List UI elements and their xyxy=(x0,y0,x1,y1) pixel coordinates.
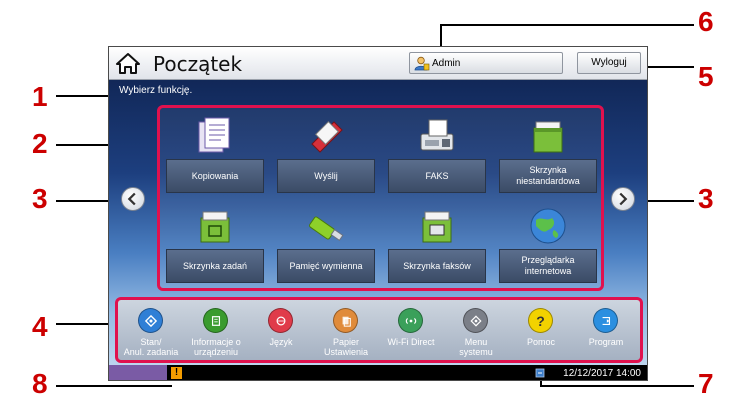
home-icon[interactable] xyxy=(115,52,141,74)
dock-item-program[interactable]: Program xyxy=(573,308,639,362)
app-tile-job-box[interactable]: Skrzynka zadań xyxy=(166,202,264,286)
dock-item-language[interactable]: Język xyxy=(248,308,314,362)
app-label: Pamięć wymienna xyxy=(277,249,375,283)
status-icon xyxy=(138,308,163,333)
admin-label: Admin xyxy=(432,58,461,69)
logout-button[interactable]: Wyloguj xyxy=(577,52,641,74)
globe-icon xyxy=(530,208,566,244)
paper-settings-icon xyxy=(333,308,358,333)
callout-number-3-right: 3 xyxy=(698,183,714,214)
app-label: Kopiowania xyxy=(166,159,264,193)
network-icon xyxy=(535,368,545,378)
chevron-right-icon xyxy=(619,192,628,206)
dock-item-label: Papier Ustawienia xyxy=(323,337,369,357)
status-bar-accent xyxy=(109,365,167,380)
task-dock: Stan/ Anul. zadania Informacje o urządze… xyxy=(115,297,643,363)
dock-item-label: Język xyxy=(269,337,293,347)
app-grid: Kopiowania Wyślij FAKS Skrzynka niestand… xyxy=(157,105,604,291)
copy-icon xyxy=(198,117,230,153)
fax-icon xyxy=(420,119,454,151)
callout-line-4 xyxy=(56,323,116,325)
header-bar: Początek Admin Wyloguj xyxy=(109,47,647,80)
callout-number-3-left: 3 xyxy=(32,183,48,214)
device-screen: Początek Admin Wyloguj Wybierz funkcję. … xyxy=(108,46,648,381)
app-tile-copy[interactable]: Kopiowania xyxy=(166,112,264,196)
admin-button[interactable]: Admin xyxy=(409,52,563,74)
callout-number-6: 6 xyxy=(698,6,714,37)
previous-page-button[interactable] xyxy=(121,187,145,211)
custom-box-icon xyxy=(533,121,563,153)
callout-line-8 xyxy=(56,385,172,387)
callout-number-4: 4 xyxy=(32,311,48,342)
app-tile-fax[interactable]: FAKS xyxy=(388,112,486,196)
page-title: Początek xyxy=(153,52,243,76)
app-label: Skrzynka niestandardowa xyxy=(499,159,597,193)
app-tile-removable-memory[interactable]: Pamięć wymienna xyxy=(277,202,375,286)
callout-number-8: 8 xyxy=(32,368,48,399)
device-info-icon xyxy=(203,308,228,333)
app-label: Skrzynka zadań xyxy=(166,249,264,283)
app-tile-custom-box[interactable]: Skrzynka niestandardowa xyxy=(499,112,597,196)
dock-item-label: Menu systemu xyxy=(459,337,493,357)
dock-item-label: Stan/ Anul. zadania xyxy=(123,337,179,357)
dock-item-label: Wi-Fi Direct xyxy=(387,337,435,347)
next-page-button[interactable] xyxy=(611,187,635,211)
dock-item-label: Program xyxy=(588,337,624,347)
app-tile-internet-browser[interactable]: Przeglądarka internetowa xyxy=(499,202,597,286)
app-label: Wyślij xyxy=(277,159,375,193)
dock-item-device-information[interactable]: Informacje o urządzeniu xyxy=(183,308,249,362)
status-bar: ! 12/12/2017 14:00 xyxy=(109,365,647,380)
send-icon xyxy=(311,120,343,153)
app-label: Przeglądarka internetowa xyxy=(499,249,597,283)
callout-number-2: 2 xyxy=(32,128,48,159)
callout-number-5: 5 xyxy=(698,61,714,92)
help-icon: ? xyxy=(528,308,553,333)
date-time-display: 12/12/2017 14:00 xyxy=(563,368,641,379)
fax-box-icon xyxy=(422,211,452,243)
usb-memory-icon xyxy=(309,216,344,242)
dock-item-system-menu[interactable]: Menu systemu xyxy=(443,308,509,362)
instruction-message: Wybierz funkcję. xyxy=(119,85,193,96)
app-label: Skrzynka faksów xyxy=(388,249,486,283)
callout-number-1: 1 xyxy=(32,81,48,112)
dock-item-help[interactable]: ? Pomoc xyxy=(508,308,574,362)
dock-item-wifi-direct[interactable]: Wi-Fi Direct xyxy=(378,308,444,362)
chevron-left-icon xyxy=(127,192,136,206)
app-label: FAKS xyxy=(388,159,486,193)
wifi-direct-icon xyxy=(398,308,423,333)
callout-line-6-horizontal xyxy=(440,24,694,26)
user-icon xyxy=(414,56,430,71)
dock-item-label: Pomoc xyxy=(526,337,555,347)
language-icon xyxy=(268,308,293,333)
warning-icon[interactable]: ! xyxy=(171,367,182,379)
system-menu-icon xyxy=(463,308,488,333)
callout-line-3-right xyxy=(640,200,694,202)
app-tile-send[interactable]: Wyślij xyxy=(277,112,375,196)
callout-number-7: 7 xyxy=(698,368,714,399)
app-tile-fax-box[interactable]: Skrzynka faksów xyxy=(388,202,486,286)
job-box-icon xyxy=(200,211,230,243)
callout-line-7 xyxy=(540,385,694,387)
program-icon xyxy=(593,308,618,333)
dock-item-paper-settings[interactable]: Papier Ustawienia xyxy=(313,308,379,362)
dock-item-label: Informacje o urządzeniu xyxy=(191,337,241,357)
dock-item-status-job-cancel[interactable]: Stan/ Anul. zadania xyxy=(118,308,184,362)
